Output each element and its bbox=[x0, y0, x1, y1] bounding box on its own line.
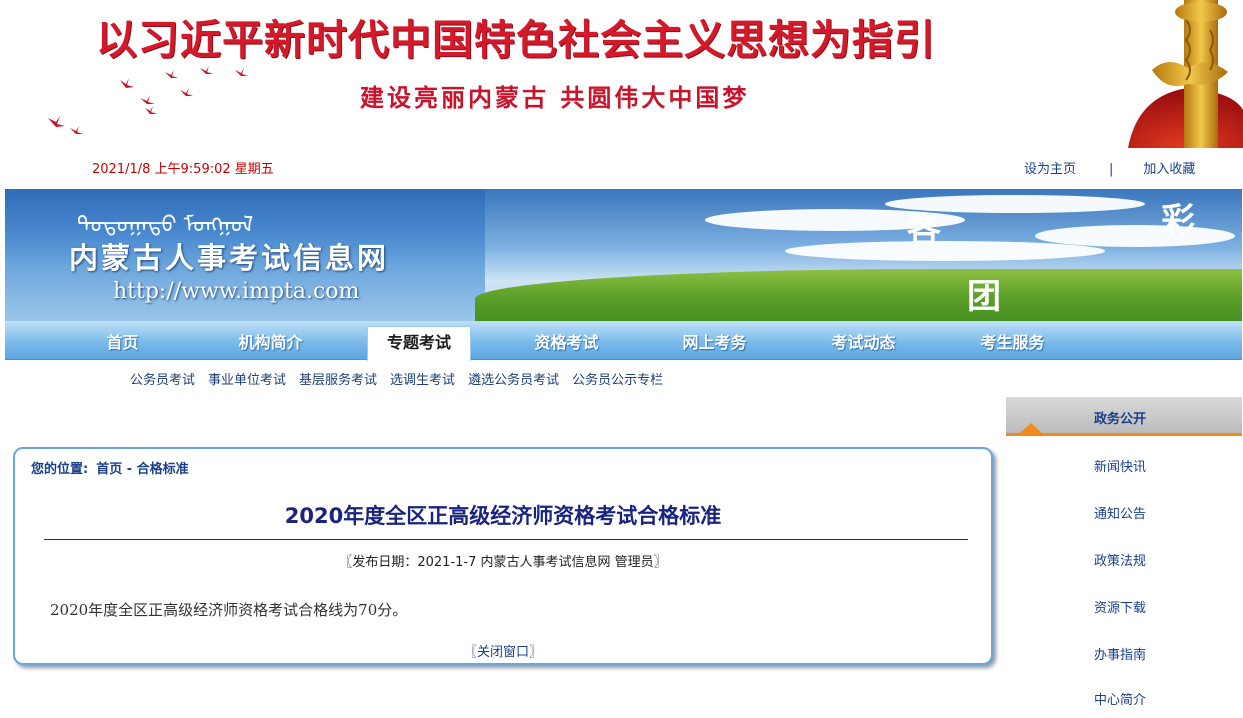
site-header: 各 彩 团 ᠳᠣᠲᠣᠭᠠᠳᠤ ᠮᠣᠩᠭᠣᠯ 内蒙古人事考试信息网 http://… bbox=[5, 189, 1242, 321]
sidebar-item-guide[interactable]: 办事指南 bbox=[1094, 644, 1146, 663]
article-panel: 您的位置: 首页 - 合格标准 2020年度全区正高级经济师资格考试合格标准 〖发… bbox=[13, 447, 993, 665]
huabiao-pillar-decoration bbox=[1128, 0, 1243, 148]
cloud bbox=[785, 241, 1105, 261]
header-deco-char: 各 bbox=[907, 203, 941, 252]
article-title: 2020年度全区正高级经济师资格考试合格标准 bbox=[15, 500, 991, 530]
set-homepage-link[interactable]: 设为主页 bbox=[1024, 162, 1076, 177]
sidebar-header: 政务公开 bbox=[1006, 397, 1242, 436]
sidebar-item-center-intro[interactable]: 中心简介 bbox=[1094, 689, 1146, 708]
title-divider bbox=[44, 539, 968, 540]
article-body: 2020年度全区正高级经济师资格考试合格线为70分。 bbox=[50, 599, 407, 620]
nav-online-exam-affairs[interactable]: 网上考务 bbox=[657, 327, 772, 359]
nav-qualification-exams[interactable]: 资格考试 bbox=[509, 327, 624, 359]
nav-candidate-services[interactable]: 考生服务 bbox=[955, 327, 1070, 359]
add-favorite-link[interactable]: 加入收藏 bbox=[1143, 162, 1195, 177]
header-deco-char: 团 bbox=[967, 269, 1001, 318]
subnav-public-institution[interactable]: 事业单位考试 bbox=[208, 373, 286, 388]
nav-special-exams[interactable]: 专题考试 bbox=[367, 326, 471, 361]
breadcrumb: 您的位置: 首页 - 合格标准 bbox=[31, 458, 189, 477]
nav-about[interactable]: 机构简介 bbox=[213, 327, 328, 359]
breadcrumb-prefix: 您的位置: bbox=[31, 462, 88, 477]
mongolian-script-title: ᠳᠣᠲᠣᠭᠠᠳᠤ ᠮᠣᠩᠭᠣᠯ bbox=[77, 201, 253, 239]
breadcrumb-current[interactable]: - 合格标准 bbox=[127, 462, 189, 477]
subnav-civil-servant-selection[interactable]: 遴选公务员考试 bbox=[468, 373, 559, 388]
slogan-main: 以习近平新时代中国特色社会主义思想为指引 bbox=[96, 10, 1166, 70]
subnav-selected-graduates[interactable]: 选调生考试 bbox=[390, 373, 455, 388]
close-window: 〖关闭窗口〗 bbox=[15, 641, 991, 660]
nav-home[interactable]: 首页 bbox=[65, 327, 180, 359]
flying-birds-decoration bbox=[40, 60, 260, 140]
sidebar-item-downloads[interactable]: 资源下载 bbox=[1094, 597, 1146, 616]
current-date-time: 2021/1/8 上午9:59:02 星期五 bbox=[92, 158, 274, 177]
main-nav: 首页 机构简介 专题考试 资格考试 网上考务 考试动态 考生服务 bbox=[5, 321, 1242, 360]
site-url: http://www.impta.com bbox=[113, 279, 359, 304]
sidebar-title[interactable]: 政务公开 bbox=[1094, 408, 1146, 427]
subnav-civil-servant[interactable]: 公务员考试 bbox=[130, 373, 195, 388]
breadcrumb-home-link[interactable]: 首页 bbox=[96, 462, 122, 477]
publish-info: 〖发布日期：2021-1-7 内蒙古人事考试信息网 管理员〗 bbox=[15, 551, 991, 570]
close-window-link[interactable]: 〖关闭窗口〗 bbox=[464, 645, 542, 660]
sidebar-tab-arrow-icon bbox=[1020, 423, 1042, 433]
header-deco-char: 彩 bbox=[1161, 193, 1195, 242]
cloud bbox=[1035, 225, 1235, 247]
slogan-banner: 以习近平新时代中国特色社会主义思想为指引 建设亮丽内蒙古 共圆伟大中国梦 bbox=[0, 0, 1243, 148]
nav-exam-news[interactable]: 考试动态 bbox=[806, 327, 921, 359]
sub-nav: 公务员考试事业单位考试基层服务考试选调生考试遴选公务员考试公务员公示专栏 bbox=[130, 369, 676, 388]
site-name: 内蒙古人事考试信息网 bbox=[69, 235, 389, 277]
slogan-sub: 建设亮丽内蒙古 共圆伟大中国梦 bbox=[360, 80, 749, 116]
subnav-civil-servant-publicity[interactable]: 公务员公示专栏 bbox=[572, 373, 663, 388]
sidebar-item-policies[interactable]: 政策法规 bbox=[1094, 550, 1146, 569]
utility-separator: | bbox=[1109, 162, 1113, 177]
subnav-grassroots-service[interactable]: 基层服务考试 bbox=[299, 373, 377, 388]
sidebar-item-notices[interactable]: 通知公告 bbox=[1094, 503, 1146, 522]
utility-links: 设为主页 | 加入收藏 bbox=[1024, 158, 1195, 177]
sidebar-item-news[interactable]: 新闻快讯 bbox=[1094, 456, 1146, 475]
